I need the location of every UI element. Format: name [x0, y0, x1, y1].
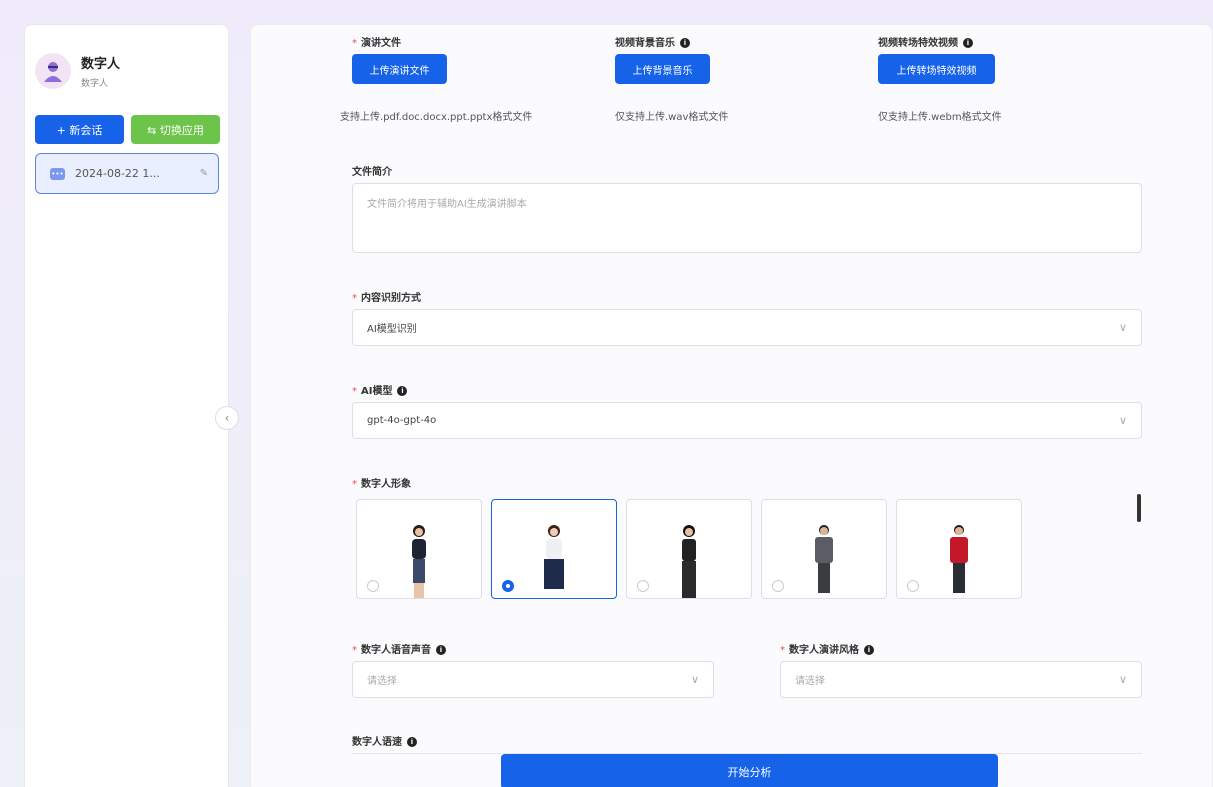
model-select[interactable]: gpt-4o-gpt-4o ∨: [352, 402, 1142, 439]
upload-transition-button[interactable]: 上传转场特效视频: [878, 54, 995, 84]
chevron-down-icon: ∨: [1118, 673, 1127, 686]
avatar-scrollbar[interactable]: [1137, 494, 1141, 522]
chevron-left-icon: ‹: [224, 411, 230, 425]
avatar-woman-black-hair-image: [412, 525, 426, 598]
avatar-radio[interactable]: [907, 580, 919, 592]
model-label: * AI模型 i: [352, 382, 408, 397]
avatar-card[interactable]: [761, 499, 887, 599]
chat-icon: •••: [50, 167, 65, 180]
app-name: 数字人: [81, 57, 121, 72]
avatar-radio[interactable]: [367, 580, 379, 592]
avatar-radio[interactable]: [637, 580, 649, 592]
sidebar: 数字人 数字人 + 新会话 ⇆ 切换应用 ••• 2024-08-22 1...…: [24, 24, 229, 787]
main-form: * 演讲文件 上传演讲文件 支持上传.pdf.doc.docx.ppt.pptx格…: [250, 24, 1213, 787]
voice-select[interactable]: 请选择 ∨: [352, 661, 714, 698]
recognition-select[interactable]: AI模型识别 ∨: [352, 309, 1142, 346]
avatar-woman-white-top-image: [544, 525, 564, 589]
intro-textarea[interactable]: 文件简介将用于辅助AI生成演讲脚本: [352, 183, 1142, 253]
avatar-card[interactable]: [626, 499, 752, 599]
avatar-card[interactable]: [356, 499, 482, 599]
upload-bgm-button[interactable]: 上传背景音乐: [615, 54, 710, 84]
upload-speech-file-button[interactable]: 上传演讲文件: [352, 54, 447, 84]
avatar-man-grey-suit-image: [815, 525, 833, 593]
transition-label: 视频转场特效视频 i: [878, 34, 973, 49]
speech-file-hint: 支持上传.pdf.doc.docx.ppt.pptx格式文件: [340, 112, 533, 123]
info-icon[interactable]: i: [407, 737, 417, 747]
avatar-label: * 数字人形象: [352, 479, 411, 490]
chevron-down-icon: ∨: [1118, 321, 1127, 334]
switch-app-button[interactable]: ⇆ 切换应用: [131, 115, 220, 144]
voice-placeholder: 请选择: [367, 676, 397, 687]
avatar-woman-black-outfit-image: [682, 525, 696, 598]
avatar-card[interactable]: [896, 499, 1022, 599]
chevron-down-icon: ∨: [1118, 414, 1127, 427]
info-icon[interactable]: i: [963, 38, 973, 48]
avatar-list: [356, 499, 1022, 599]
style-label: * 数字人演讲风格 i: [780, 641, 874, 656]
app-avatar-icon: [35, 53, 71, 89]
new-chat-button[interactable]: + 新会话: [35, 115, 124, 144]
bgm-label: 视频背景音乐 i: [615, 34, 690, 49]
recognition-label: * 内容识别方式: [352, 293, 421, 304]
transition-hint: 仅支持上传.webm格式文件: [878, 112, 1002, 123]
edit-icon[interactable]: ✎: [200, 168, 208, 179]
info-icon[interactable]: i: [680, 38, 690, 48]
avatar-man-red-sweater-image: [950, 525, 968, 593]
brand: 数字人 数字人: [35, 53, 120, 89]
style-placeholder: 请选择: [795, 676, 825, 687]
info-icon[interactable]: i: [436, 645, 446, 655]
style-select[interactable]: 请选择 ∨: [780, 661, 1142, 698]
session-title: 2024-08-22 1...: [75, 167, 160, 180]
collapse-sidebar-button[interactable]: ‹: [215, 406, 239, 430]
intro-label: 文件简介: [352, 167, 392, 178]
session-item[interactable]: ••• 2024-08-22 1... ✎: [35, 153, 219, 194]
speed-label: 数字人语速 i: [352, 733, 417, 748]
bgm-hint: 仅支持上传.wav格式文件: [615, 112, 729, 123]
app-subtitle: 数字人: [81, 79, 109, 89]
voice-label: * 数字人语音声音 i: [352, 641, 446, 656]
start-analysis-button[interactable]: 开始分析: [501, 754, 998, 787]
info-icon[interactable]: i: [397, 386, 408, 396]
avatar-card[interactable]: [491, 499, 617, 599]
avatar-radio[interactable]: [772, 580, 784, 592]
avatar-radio[interactable]: [502, 580, 514, 592]
chevron-down-icon: ∨: [690, 673, 699, 686]
speech-file-label: * 演讲文件: [352, 38, 401, 49]
model-value: gpt-4o-gpt-4o: [367, 415, 437, 426]
info-icon[interactable]: i: [864, 645, 874, 655]
recognition-value: AI模型识别: [367, 324, 417, 335]
